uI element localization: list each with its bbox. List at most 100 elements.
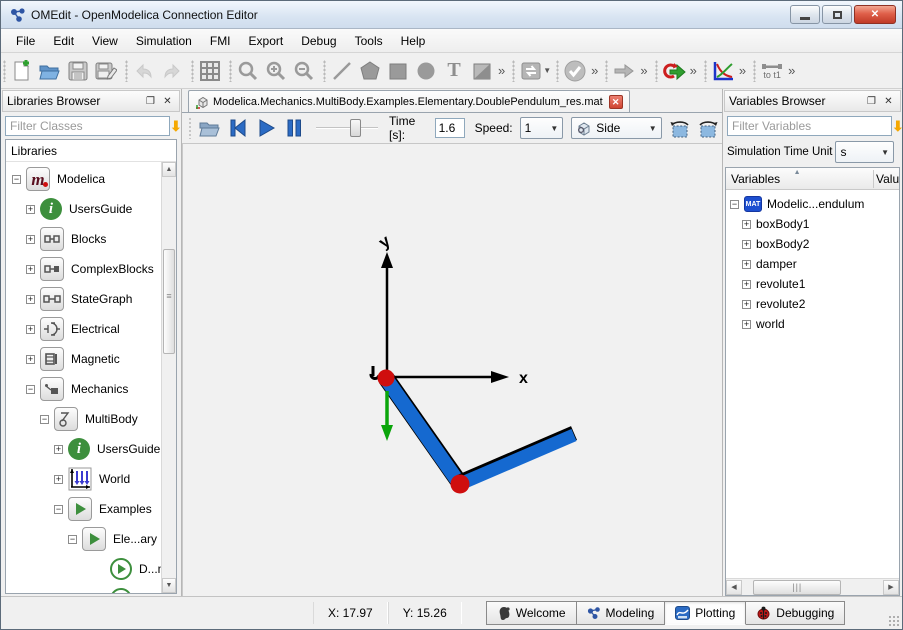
collapse-icon[interactable]: − xyxy=(12,175,21,184)
collapse-icon[interactable]: − xyxy=(54,505,63,514)
text-shape-icon[interactable]: T xyxy=(440,57,468,85)
perspective-debugging-button[interactable]: Debugging xyxy=(746,601,845,625)
open-model-icon[interactable] xyxy=(36,57,64,85)
expand-icon[interactable]: + xyxy=(742,220,751,229)
tree-item-doublependulum[interactable]: + D...m xyxy=(6,554,176,584)
collapse-icon[interactable]: − xyxy=(40,415,49,424)
scroll-right-icon[interactable]: ▶ xyxy=(883,580,899,595)
menu-debug[interactable]: Debug xyxy=(292,31,345,51)
expand-icon[interactable]: + xyxy=(742,320,751,329)
new-plot-window-icon[interactable] xyxy=(709,57,737,85)
simulate-to-t1-icon[interactable]: to t1 xyxy=(758,57,786,85)
filter-classes-input[interactable] xyxy=(5,116,170,136)
scrollbar-thumb[interactable] xyxy=(163,249,175,354)
to-t1-overflow-chevron[interactable]: » xyxy=(786,63,797,78)
resimulate-overflow-chevron[interactable]: » xyxy=(688,63,699,78)
new-modelica-class-icon[interactable] xyxy=(8,57,36,85)
check-model-icon[interactable] xyxy=(561,57,589,85)
result-root-item[interactable]: − MAT Modelic...endulum xyxy=(726,194,899,214)
redo-icon[interactable] xyxy=(158,57,186,85)
scroll-down-icon[interactable]: ▼ xyxy=(162,578,176,593)
zoom-in-icon[interactable] xyxy=(262,57,290,85)
close-dock-icon[interactable]: ✕ xyxy=(881,94,896,109)
tree-item-usersguide[interactable]: + i UsersGuide xyxy=(6,194,176,224)
scroll-left-icon[interactable]: ◀ xyxy=(726,580,742,595)
re-simulate-icon[interactable] xyxy=(660,57,688,85)
perspective-plotting-button[interactable]: Plotting xyxy=(665,601,746,625)
rotate-ccw-icon[interactable] xyxy=(666,115,694,141)
minimize-button[interactable] xyxy=(790,5,820,24)
time-input[interactable] xyxy=(435,118,465,138)
tree-item-mechanics[interactable]: − Mechanics xyxy=(6,374,176,404)
tree-item-multibody[interactable]: − MultiBody xyxy=(6,404,176,434)
undo-icon[interactable] xyxy=(130,57,158,85)
maximize-button[interactable] xyxy=(822,5,852,24)
menu-export[interactable]: Export xyxy=(240,31,293,51)
tree-item-examples[interactable]: − Examples xyxy=(6,494,176,524)
expand-icon[interactable]: + xyxy=(742,280,751,289)
connect-dropdown-arrow[interactable]: ▼ xyxy=(543,66,551,75)
tree-item-world[interactable]: + World xyxy=(6,464,176,494)
tree-item-doublependuluminit[interactable]: + Do...in xyxy=(6,584,176,593)
variable-boxbody2[interactable]: + boxBody2 xyxy=(726,234,899,254)
instantiate-model-icon[interactable] xyxy=(610,57,638,85)
menu-file[interactable]: File xyxy=(7,31,44,51)
document-tab[interactable]: Modelica.Mechanics.MultiBody.Examples.El… xyxy=(188,90,630,112)
menu-fmi[interactable]: FMI xyxy=(201,31,240,51)
time-unit-combobox[interactable]: s ▼ xyxy=(835,141,894,163)
float-dock-icon[interactable]: ❐ xyxy=(864,94,879,109)
filter-options-icon[interactable]: ⬇ xyxy=(892,118,903,135)
float-dock-icon[interactable]: ❐ xyxy=(143,94,158,109)
collapse-icon[interactable]: − xyxy=(26,385,35,394)
libraries-vertical-scrollbar[interactable]: ▲ ▼ xyxy=(161,162,176,593)
pause-icon[interactable] xyxy=(280,115,308,141)
menu-simulation[interactable]: Simulation xyxy=(127,31,201,51)
connect-mode-icon[interactable] xyxy=(517,57,545,85)
expand-icon[interactable]: + xyxy=(26,295,35,304)
load-visualization-icon[interactable] xyxy=(196,115,224,141)
variable-boxbody1[interactable]: + boxBody1 xyxy=(726,214,899,234)
time-slider[interactable] xyxy=(316,118,378,138)
save-as-icon[interactable] xyxy=(92,57,120,85)
fit-to-diagram-icon[interactable] xyxy=(234,57,262,85)
save-icon[interactable] xyxy=(64,57,92,85)
variable-damper[interactable]: + damper xyxy=(726,254,899,274)
menu-tools[interactable]: Tools xyxy=(346,31,392,51)
tree-item-magnetic[interactable]: + Magnetic xyxy=(6,344,176,374)
play-icon[interactable] xyxy=(252,115,280,141)
variable-revolute1[interactable]: + revolute1 xyxy=(726,274,899,294)
menu-view[interactable]: View xyxy=(83,31,127,51)
tree-item-electrical[interactable]: + Electrical xyxy=(6,314,176,344)
polygon-shape-icon[interactable] xyxy=(356,57,384,85)
close-button[interactable]: ✕ xyxy=(854,5,896,24)
tree-item-stategraph[interactable]: + StateGraph xyxy=(6,284,176,314)
zoom-out-icon[interactable] xyxy=(290,57,318,85)
expand-icon[interactable]: + xyxy=(742,240,751,249)
variables-horizontal-scrollbar[interactable]: ◀ ||| ▶ xyxy=(726,578,899,595)
check-overflow-chevron[interactable]: » xyxy=(589,63,600,78)
expand-icon[interactable]: + xyxy=(26,355,35,364)
instantiate-overflow-chevron[interactable]: » xyxy=(638,63,649,78)
expand-icon[interactable]: + xyxy=(54,445,63,454)
filter-variables-input[interactable] xyxy=(727,116,892,136)
bitmap-shape-icon[interactable] xyxy=(468,57,496,85)
tree-item-complexblocks[interactable]: + ComplexBlocks xyxy=(6,254,176,284)
plot-overflow-chevron[interactable]: » xyxy=(737,63,748,78)
perspective-welcome-button[interactable]: Welcome xyxy=(486,601,577,625)
collapse-icon[interactable]: − xyxy=(730,200,739,209)
menu-edit[interactable]: Edit xyxy=(44,31,83,51)
tree-item-modelica[interactable]: − m Modelica xyxy=(6,164,176,194)
tab-close-icon[interactable]: ✕ xyxy=(609,95,623,109)
expand-icon[interactable]: + xyxy=(26,205,35,214)
expand-icon[interactable]: + xyxy=(26,325,35,334)
rewind-icon[interactable] xyxy=(224,115,252,141)
expand-icon[interactable]: + xyxy=(26,265,35,274)
tree-item-multibody-usersguide[interactable]: + i UsersGuide xyxy=(6,434,176,464)
scroll-up-icon[interactable]: ▲ xyxy=(162,162,176,177)
close-dock-icon[interactable]: ✕ xyxy=(160,94,175,109)
scrollbar-thumb[interactable]: ||| xyxy=(753,580,841,595)
toolbar-drag-handle[interactable] xyxy=(188,117,192,139)
perspective-modeling-button[interactable]: Modeling xyxy=(577,601,666,625)
value-column-header[interactable]: Valu xyxy=(873,170,899,188)
expand-icon[interactable]: + xyxy=(54,475,63,484)
